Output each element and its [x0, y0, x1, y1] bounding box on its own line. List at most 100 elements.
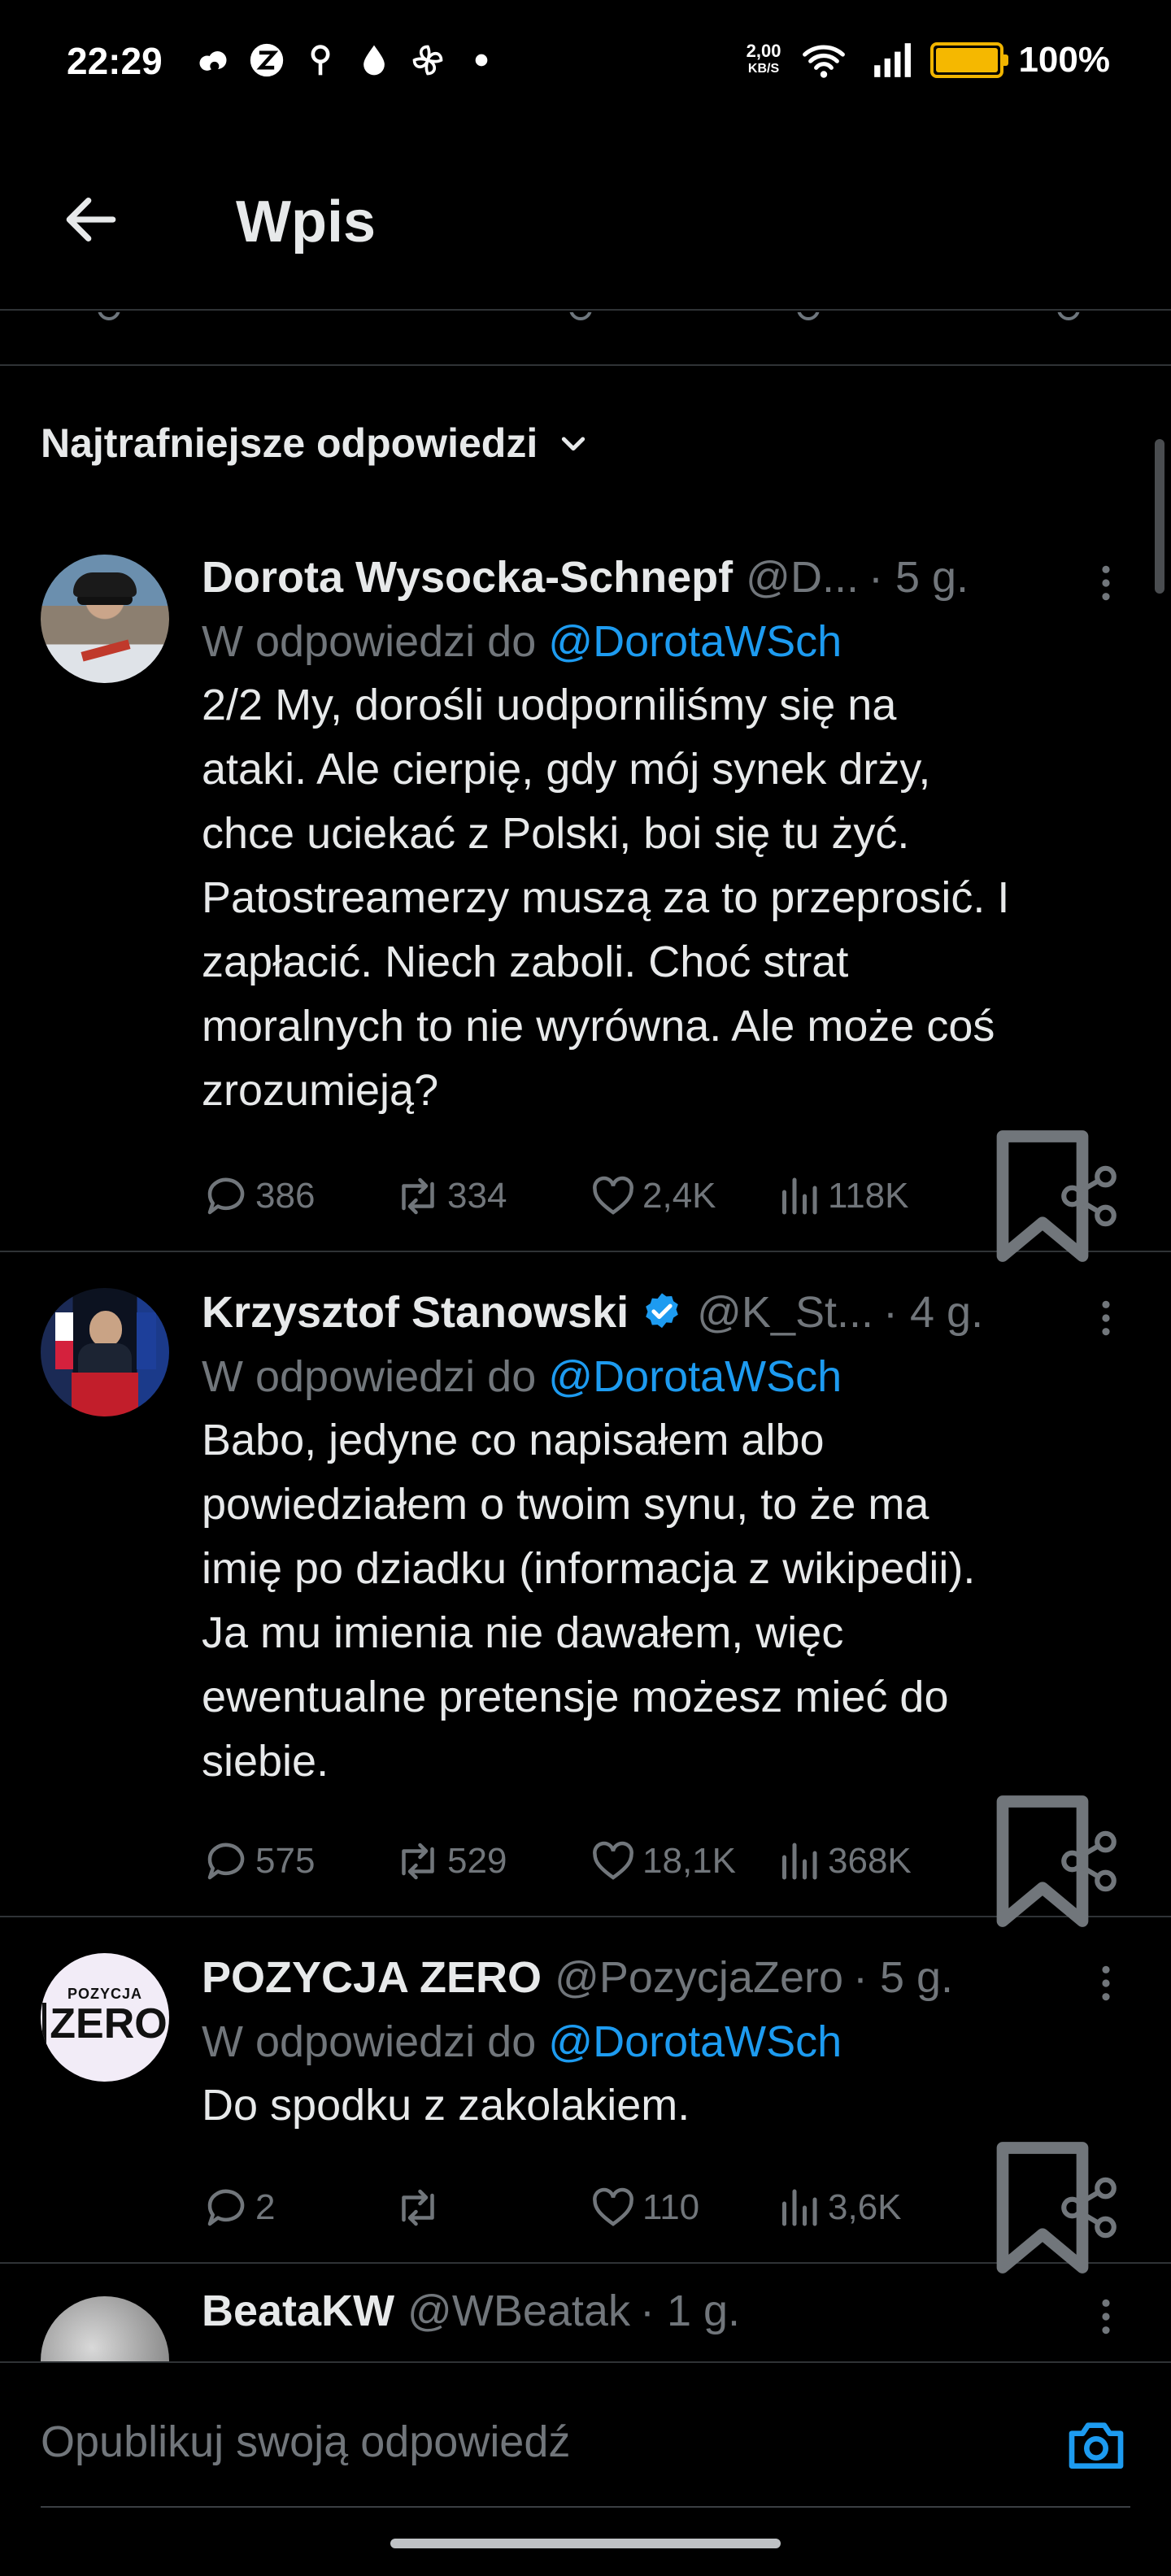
fan-icon — [412, 45, 443, 76]
reply-icon — [207, 2189, 245, 2226]
avatar[interactable] — [41, 555, 169, 683]
avatar[interactable]: POZYCJA ZERO — [41, 1953, 169, 2082]
tweet-text: Babo, jedyne co napisałem albo powiedzia… — [202, 1416, 976, 1786]
author-handle[interactable]: @K_St... — [697, 1287, 873, 1338]
sort-label: Najtrafniejsze odpowiedzi — [41, 420, 538, 466]
views-count: 3,6K — [828, 2187, 902, 2227]
input-underline — [41, 2506, 1130, 2508]
wifi-icon — [803, 45, 846, 78]
network-speed: 2,00 KB/S — [747, 42, 781, 78]
tweet-actions: 386 334 2,4K 118K — [202, 1130, 1122, 1262]
weather-icon — [199, 51, 227, 71]
views-chart-icon — [782, 2189, 817, 2226]
gesture-home-bar[interactable] — [390, 2539, 781, 2548]
reply-tweet[interactable]: POZYCJA ZERO POZYCJA ZERO @PozycjaZero ·… — [0, 1919, 1171, 2274]
reply-button[interactable]: 575 — [202, 1837, 315, 1886]
like-button[interactable]: 110 — [589, 2183, 699, 2232]
reply-context: W odpowiedzi do @DorotaWSch — [202, 616, 1122, 667]
views-button[interactable]: 118K — [774, 1172, 909, 1221]
battery-icon — [930, 42, 1009, 78]
z-badge-icon — [250, 43, 284, 77]
reply-button[interactable]: 2 — [202, 2183, 275, 2232]
reply-mention-link[interactable]: @DorotaWSch — [548, 617, 842, 666]
more-options-icon[interactable] — [1090, 2296, 1122, 2337]
post-action-bar-partial — [0, 312, 1171, 366]
tweet-header: Dorota Wysocka-Schnepf @D... · 5 g. — [202, 551, 1122, 603]
reply-mention-link[interactable]: @DorotaWSch — [548, 1352, 842, 1401]
author-handle[interactable]: @D... — [746, 552, 859, 603]
share-icon[interactable] — [1056, 1163, 1122, 1229]
author-name[interactable]: POZYCJA ZERO — [202, 1952, 542, 2003]
views-count: 118K — [828, 1176, 909, 1216]
battery-percent: 100% — [1018, 40, 1110, 80]
reply-tweet[interactable]: Dorota Wysocka-Schnepf @D... · 5 g. W od… — [0, 512, 1171, 1262]
reply-mention-link[interactable]: @DorotaWSch — [548, 2017, 842, 2066]
reply-prefix: W odpowiedzi do — [202, 1352, 537, 1401]
tweet-text: 2/2 My, dorośli uodporniliśmy się na ata… — [202, 681, 1010, 1115]
location-icon — [311, 45, 330, 76]
dot-icon — [475, 54, 488, 67]
reply-icon — [207, 1843, 245, 1880]
heart-icon — [593, 2187, 633, 2226]
reply-count: 386 — [255, 1176, 316, 1216]
signal-icon — [874, 43, 912, 77]
more-options-icon[interactable] — [1090, 1963, 1122, 2004]
reply-icon — [207, 1177, 245, 1215]
author-name[interactable]: BeataKW — [202, 2286, 394, 2336]
verified-badge-icon — [646, 1293, 678, 1329]
author-handle[interactable]: @WBeatak — [407, 2286, 630, 2336]
camera-icon[interactable] — [1064, 2412, 1129, 2477]
status-bar: 22:29 2,00 KB/S 100% — [0, 0, 1171, 130]
views-count: 368K — [828, 1841, 912, 1881]
tweet-header: POZYCJA ZERO @PozycjaZero · 5 g. — [202, 1952, 1122, 2004]
like-count: 2,4K — [642, 1176, 716, 1216]
retweet-count: 529 — [447, 1841, 507, 1881]
tweet-actions: 2 110 3,6K — [202, 2142, 1122, 2274]
views-chart-icon — [782, 1177, 817, 1215]
avatar[interactable] — [41, 1288, 169, 1416]
author-name[interactable]: Dorota Wysocka-Schnepf — [202, 552, 733, 603]
avatar-logo-main: ZERO — [42, 2002, 168, 2045]
status-notification-icons — [195, 42, 499, 78]
retweet-icon — [402, 1843, 434, 1880]
share-icon[interactable] — [1056, 1828, 1122, 1895]
avatar[interactable] — [41, 2296, 169, 2363]
like-count: 110 — [642, 2187, 700, 2227]
reply-context: W odpowiedzi do @DorotaWSch — [202, 1351, 1122, 1402]
tweet-time: · 5 g. — [853, 1953, 954, 2002]
tweet-time: · 4 g. — [883, 1288, 984, 1337]
heart-icon — [593, 1841, 633, 1880]
like-count: 18,1K — [642, 1841, 736, 1881]
reply-tweet[interactable]: BeataKW @WBeatak · 1 g. — [0, 2265, 1171, 2363]
reply-button[interactable]: 386 — [202, 1172, 315, 1221]
more-options-icon[interactable] — [1090, 563, 1122, 603]
author-name[interactable]: Krzysztof Stanowski — [202, 1287, 629, 1338]
author-handle[interactable]: @PozycjaZero — [555, 1952, 843, 2003]
retweet-button[interactable]: 334 — [394, 1172, 507, 1221]
more-options-icon[interactable] — [1090, 1298, 1122, 1338]
tweet-header: Krzysztof Stanowski @K_St... · 4 g. — [202, 1286, 1122, 1338]
retweet-button[interactable]: 529 — [394, 1837, 507, 1886]
tweet-time: · 1 g. — [639, 2287, 741, 2335]
like-button[interactable]: 2,4K — [589, 1172, 716, 1221]
network-speed-unit: KB/S — [747, 62, 780, 76]
drop-icon — [363, 45, 385, 76]
tweet-actions: 575 529 18,1K 368K — [202, 1795, 1122, 1927]
reply-count: 2 — [255, 2187, 276, 2227]
views-button[interactable]: 3,6K — [774, 2183, 902, 2232]
network-speed-value: 2,00 — [746, 41, 781, 61]
views-chart-icon — [782, 1843, 817, 1880]
reply-prefix: W odpowiedzi do — [202, 2017, 537, 2066]
retweet-button[interactable] — [394, 2183, 447, 2232]
back-arrow-icon[interactable] — [59, 187, 124, 252]
views-button[interactable]: 368K — [774, 1837, 912, 1886]
share-icon[interactable] — [1056, 2174, 1122, 2241]
reply-tweet[interactable]: Krzysztof Stanowski @K_St... · 4 g. W od… — [0, 1254, 1171, 1927]
app-header: Wpis — [0, 130, 1171, 311]
status-time: 22:29 — [67, 40, 163, 82]
reply-input[interactable]: Opublikuj swoją odpowiedź — [41, 2417, 570, 2467]
sort-dropdown[interactable]: Najtrafniejsze odpowiedzi — [41, 420, 590, 467]
reply-composer: Opublikuj swoją odpowiedź — [0, 2361, 1171, 2508]
like-button[interactable]: 18,1K — [589, 1837, 736, 1886]
retweet-count: 334 — [447, 1176, 507, 1216]
